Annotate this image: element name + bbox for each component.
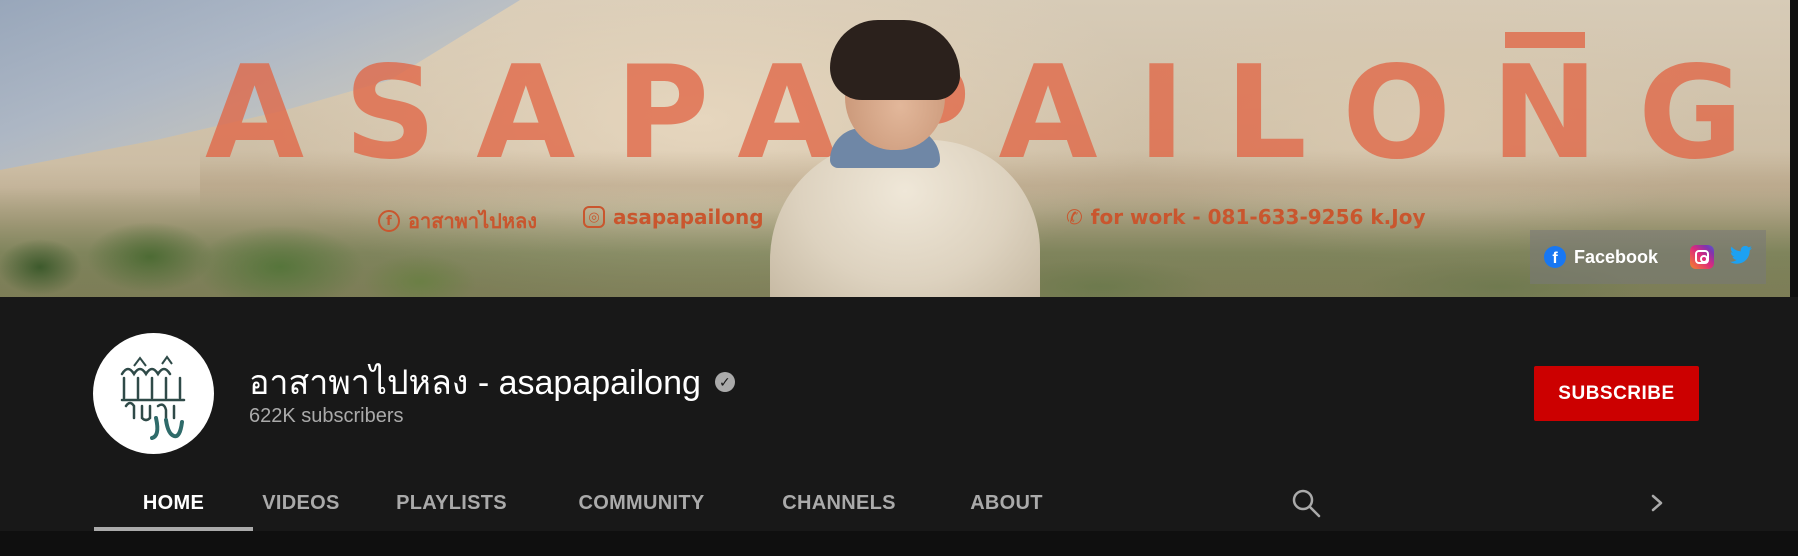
tab-channels[interactable]: CHANNELS xyxy=(729,475,949,531)
chevron-right-icon[interactable] xyxy=(1645,487,1669,519)
banner-instagram-handle: ◎ asapapailong xyxy=(583,205,764,229)
search-icon[interactable] xyxy=(1290,487,1322,519)
tab-about[interactable]: ABOUT xyxy=(949,475,1064,531)
tab-home[interactable]: HOME xyxy=(94,475,253,531)
banner-facebook-handle: f อาสาพาไปหลง xyxy=(378,205,537,237)
channel-header: อาสาพาไปหลง - asapapailong ✓ 622K subscr… xyxy=(0,297,1798,531)
channel-title: อาสาพาไปหลง - asapapailong ✓ xyxy=(249,355,735,409)
instagram-icon[interactable] xyxy=(1690,245,1715,269)
channel-avatar[interactable] xyxy=(93,333,214,454)
banner-work-contact: ✆ for work - 081-633-9256 k.Joy xyxy=(1066,205,1426,229)
phone-icon: ✆ xyxy=(1066,205,1083,229)
tab-videos[interactable]: VIDEOS xyxy=(253,475,349,531)
subscriber-count: 622K subscribers xyxy=(249,405,404,427)
banner-brand-macron xyxy=(1505,32,1585,48)
banner-person xyxy=(770,10,1050,297)
tab-playlists[interactable]: PLAYLISTS xyxy=(349,475,554,531)
channel-banner: ASAPAPAILONG f อาสาพาไปหลง ◎ asapapailon… xyxy=(0,0,1790,297)
facebook-outline-icon: f xyxy=(378,210,400,232)
banner-social-links: f Facebook xyxy=(1530,230,1766,284)
instagram-outline-icon: ◎ xyxy=(583,206,605,228)
verified-check-icon: ✓ xyxy=(714,372,735,392)
twitter-icon[interactable] xyxy=(1730,245,1753,270)
channel-logo-icon xyxy=(120,354,185,440)
tab-community[interactable]: COMMUNITY xyxy=(554,475,729,531)
page-content-area xyxy=(0,531,1798,556)
facebook-link[interactable]: Facebook xyxy=(1574,247,1658,268)
channel-name: อาสาพาไปหลง - asapapailong xyxy=(249,364,701,402)
subscribe-button[interactable]: SUBSCRIBE xyxy=(1534,366,1699,421)
facebook-icon[interactable]: f xyxy=(1544,246,1566,268)
channel-tabs: HOME VIDEOS PLAYLISTS COMMUNITY CHANNELS… xyxy=(94,475,1064,531)
